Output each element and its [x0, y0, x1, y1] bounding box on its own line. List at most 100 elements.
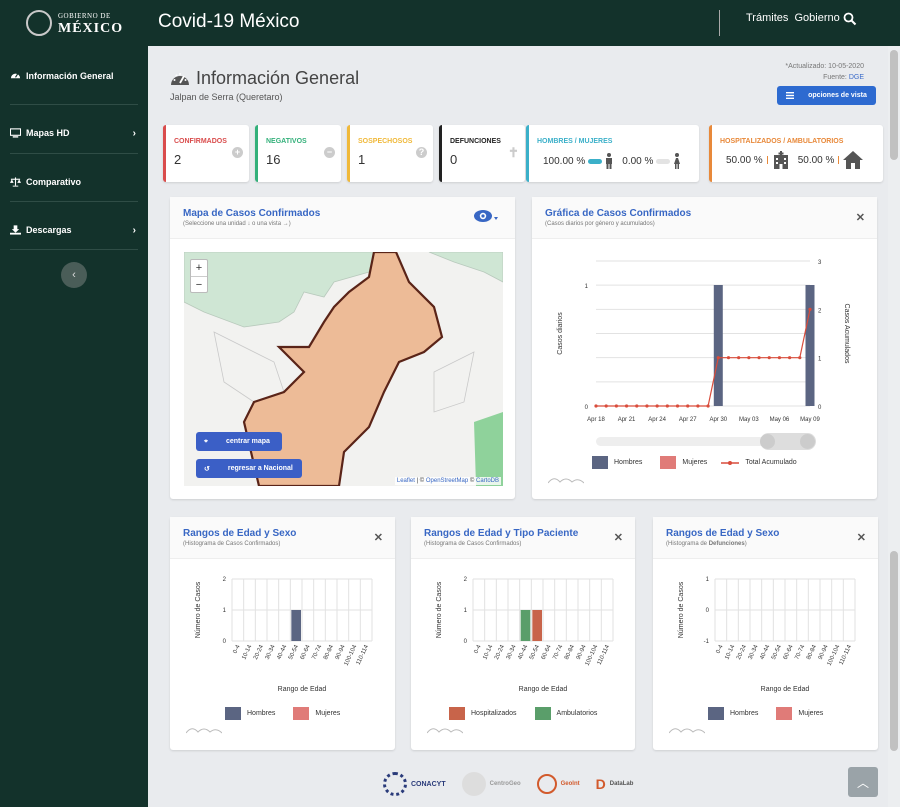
- collapse-sidebar-button[interactable]: ‹: [61, 262, 87, 288]
- x-axis-label: Rango de Edad: [761, 686, 810, 693]
- footer-logos: CONACYT CentroGeo GeoInt D DataLab: [383, 770, 633, 798]
- slider-handle-end[interactable]: [800, 434, 815, 449]
- y-tick-label: 1: [223, 608, 227, 614]
- mujeres-percent: 0.00 %: [622, 155, 654, 167]
- close-icon[interactable]: ✕: [857, 531, 866, 544]
- kpi-value: 1: [358, 152, 366, 167]
- map-attribution: Leaflet | © OpenStreetMap © CartoDB: [394, 477, 501, 485]
- legend-label: Hombres: [247, 710, 276, 717]
- datalab-text: DataLab: [609, 781, 634, 787]
- carto-link[interactable]: CartoDB: [476, 478, 499, 484]
- back-to-national-label: regresar a Nacional: [227, 465, 293, 472]
- source-value[interactable]: DGE: [849, 74, 864, 81]
- wave-icon: [427, 728, 463, 734]
- scroll-to-top-button[interactable]: ︿: [848, 767, 878, 797]
- point-total-acumulado: [594, 404, 598, 408]
- hist-panel-sexo: Rangos de Edad y Sexo (Histograma de Cas…: [170, 517, 395, 750]
- point-total-acumulado: [716, 356, 720, 360]
- legend-label: Mujeres: [315, 710, 341, 717]
- kpi-defunciones[interactable]: DEFUNCIONES 0 ✝: [439, 125, 525, 182]
- page-scrollbar[interactable]: [888, 46, 900, 807]
- sidebar-item-label: Descargas: [26, 225, 72, 235]
- close-icon[interactable]: ✕: [614, 531, 623, 544]
- back-to-national-button[interactable]: ↺ regresar a Nacional: [196, 459, 302, 478]
- logo-line2: MÉXICO: [58, 21, 124, 36]
- kpi-sospechosos[interactable]: SOSPECHOSOS 1 ?: [347, 125, 433, 182]
- sidebar-item-informacion-general[interactable]: Información General: [10, 70, 138, 81]
- point-total-acumulado: [726, 356, 731, 360]
- source-label: Fuente:: [823, 74, 847, 81]
- hist-panel-tipo-paciente: Rangos de Edad y Tipo Paciente (Histogra…: [411, 517, 635, 750]
- map-panel: Mapa de Casos Confirmados (Seleccione un…: [170, 197, 515, 499]
- zoom-in-button[interactable]: +: [191, 260, 207, 277]
- male-icon: [606, 153, 613, 169]
- kpi-negativos[interactable]: NEGATIVOS 16 −: [255, 125, 341, 182]
- gobierno-link[interactable]: Gobierno: [795, 12, 840, 24]
- x-tick-label: 20-24: [736, 644, 748, 661]
- kpi-value: 0: [450, 152, 458, 167]
- view-options-button[interactable]: opciones de vista: [777, 86, 876, 105]
- sidebar-item-comparativo[interactable]: Comparativo: [10, 177, 138, 187]
- x-tick-label: May 03: [739, 417, 759, 423]
- leaflet-map[interactable]: + − ⌖ centrar mapa ↺ regresar a Nacional…: [184, 252, 503, 486]
- close-icon[interactable]: ✕: [374, 531, 383, 544]
- osm-link[interactable]: OpenStreetMap: [426, 478, 468, 484]
- datalab-logo[interactable]: D DataLab: [596, 776, 634, 792]
- scrollbar-thumb[interactable]: [890, 50, 898, 160]
- y-tick-label: 1: [464, 608, 468, 614]
- sidebar-item-descargas[interactable]: Descargas ›: [10, 225, 138, 236]
- sidebar-divider: [10, 249, 138, 250]
- leaflet-link[interactable]: Leaflet: [397, 478, 415, 484]
- hist-panel-defunciones: Rangos de Edad y Sexo (Histograma de Def…: [653, 517, 878, 750]
- y-tick-label: 2: [464, 577, 468, 583]
- subtitle-pre: (Histograma de: [666, 541, 709, 547]
- legend-swatch-hombres: [225, 707, 241, 720]
- date-range-slider[interactable]: [596, 433, 816, 450]
- scrollbar-thumb-lower[interactable]: [890, 551, 898, 751]
- legend-label: Hombres: [730, 710, 759, 717]
- view-options-label: opciones de vista: [808, 92, 867, 99]
- histogram-bar: [532, 610, 542, 641]
- sidebar-divider: [10, 104, 138, 105]
- zoom-out-button[interactable]: −: [191, 277, 207, 293]
- sidebar-item-mapas-hd[interactable]: Mapas HD ›: [10, 128, 138, 139]
- panel-title: Rangos de Edad y Tipo Paciente: [424, 528, 579, 539]
- x-tick-label: 70-74: [794, 644, 806, 661]
- ribbon-icon: ✝: [508, 145, 519, 160]
- centrogeo-logo[interactable]: CentroGeo: [461, 772, 521, 796]
- plus-circle-icon: +: [232, 147, 243, 158]
- conacyt-logo[interactable]: CONACYT: [383, 772, 446, 796]
- kpi-hombres-mujeres[interactable]: HOMBRES / MUJERES 100.00 % 0.00 %: [526, 125, 699, 182]
- tramites-link[interactable]: Trámites: [746, 12, 788, 24]
- sidebar-divider: [10, 153, 138, 154]
- geoint-logo[interactable]: GeoInt: [536, 774, 580, 794]
- x-tick-label: 40-44: [759, 644, 771, 661]
- top-navbar: GOBIERNO DE MÉXICO Covid-19 México Trámi…: [0, 0, 900, 46]
- conacyt-emblem: [383, 772, 407, 796]
- gender-split: 100.00 % 0.00 %: [543, 153, 681, 169]
- point-total-acumulado: [635, 404, 639, 408]
- geoint-text: GeoInt: [560, 781, 580, 787]
- histogram-chart: 0 1 2 0-4 10-14 20-24 30-34 40-44 50-54 60-64 70-7…: [436, 577, 614, 693]
- eye-dropdown-icon[interactable]: [473, 209, 499, 223]
- histogram-chart: 0 1 2 0-4 10-14 20-24 30-34 40-44 50-54 60-64 70-7…: [195, 577, 373, 693]
- y-tick-label: -1: [704, 639, 710, 645]
- close-icon[interactable]: ✕: [856, 211, 865, 224]
- x-tick-label: Apr 18: [587, 417, 605, 423]
- x-tick-label: 90-94: [818, 644, 830, 661]
- panel-title: Mapa de Casos Confirmados: [183, 208, 321, 219]
- x-tick-label: May 09: [800, 417, 820, 423]
- kpi-label: HOMBRES / MUJERES: [537, 138, 613, 145]
- kpi-confirmados[interactable]: CONFIRMADOS 2 +: [163, 125, 249, 182]
- kpi-hospitalizados-ambulatorios[interactable]: HOSPITALIZADOS / AMBULATORIOS 50.00 % 50…: [709, 125, 883, 182]
- gobierno-logo[interactable]: GOBIERNO DE MÉXICO: [24, 8, 144, 40]
- slider-handle-start[interactable]: [760, 434, 775, 449]
- sidebar-item-label: Comparativo: [26, 177, 82, 187]
- hosp-split: 50.00 % 50.00 %: [726, 151, 864, 169]
- center-map-button[interactable]: ⌖ centrar mapa: [196, 432, 282, 451]
- hosp-bar: [766, 156, 768, 164]
- page-title-text: Información General: [196, 68, 360, 88]
- search-icon[interactable]: [843, 12, 857, 26]
- chart-legend: Hombres Mujeres: [225, 707, 340, 720]
- y-tick-label: 1: [706, 577, 710, 583]
